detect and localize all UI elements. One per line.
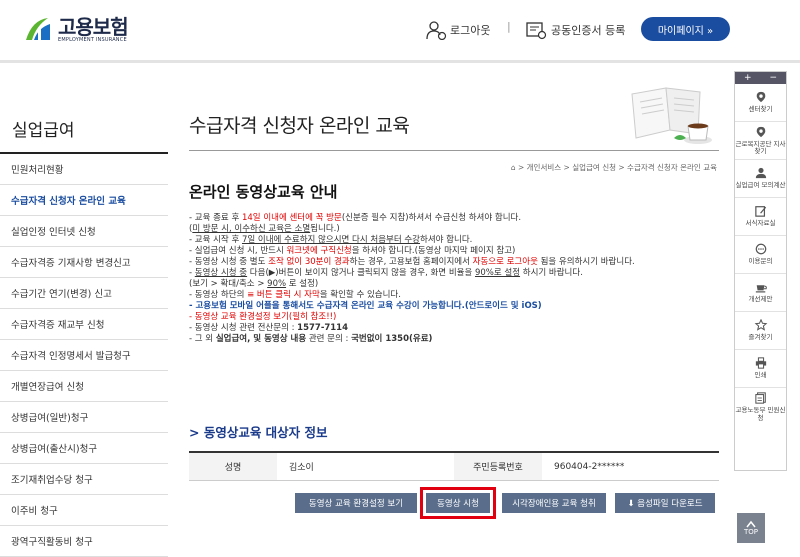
user-icon: [755, 168, 766, 179]
certificate-register-link[interactable]: 공동인증서 등록: [525, 20, 625, 40]
quick-item-print[interactable]: 인쇄: [735, 350, 786, 388]
site-header: 고용보험 EMPLOYMENT INSURANCE 로그아웃 | 공동인증서 등…: [0, 0, 800, 63]
rrn-value: 960404-2******: [554, 461, 625, 472]
map-pin-icon: [756, 92, 765, 103]
sidebar-item-sickness-childbirth[interactable]: 상병급여(출산시)청구: [0, 433, 168, 464]
scroll-top-button[interactable]: TOP: [737, 513, 765, 543]
page-title: 수급자격 신청자 온라인 교육: [189, 115, 410, 137]
target-info-table: 성명 김소이 주민등록번호 960404-2******: [189, 451, 719, 481]
quick-item-suggestion[interactable]: 개선제안: [735, 274, 786, 312]
name-header: 성명: [189, 453, 277, 480]
sidebar-item-unemployment-recognition[interactable]: 실업인정 인터넷 신청: [0, 216, 168, 247]
sidebar-item-statement-issue[interactable]: 수급자격 인정명세서 발급청구: [0, 340, 168, 371]
breadcrumb: ⌂ > 개인서비스 > 실업급여 신청 > 수급자격 신청자 온라인 교육: [510, 163, 717, 172]
sidebar-menu: 민원처리현황 수급자격 신청자 온라인 교육 실업인정 인터넷 신청 수급자격증…: [0, 154, 168, 557]
quick-item-label: 근로복지공단 지사찾기: [735, 139, 786, 155]
map-pin-icon: [756, 126, 765, 137]
rrn-header: 주민등록번호: [454, 453, 542, 480]
certificate-label: 공동인증서 등록: [551, 24, 626, 37]
print-icon: [755, 357, 766, 369]
quick-item-branch-search[interactable]: 근로복지공단 지사찾기: [735, 122, 786, 160]
chevron-right-icon: >: [189, 425, 204, 440]
notice-item: - 동영상 시청 중 다음(▶)버튼이 보이지 않거나 클릭되지 않을 경우, …: [189, 268, 583, 278]
notice-item: - 동영상 시청 관련 전산문의 : 1577-7114: [189, 323, 349, 333]
notice-item: (보기 > 확대/축소 > 90% 로 설정): [189, 279, 319, 289]
environment-settings-button[interactable]: 동영상 교육 환경설정 보기: [295, 493, 417, 513]
edit-icon: [754, 206, 766, 217]
target-info-title: 동영상교육 대상자 정보: [203, 425, 328, 440]
notice-item-mobile-app: - 고용보험 모바일 어플을 통해서도 수급자격 온라인 교육 수강이 가능합니…: [189, 301, 542, 311]
sidebar-title: 실업급여: [12, 121, 75, 141]
site-logo[interactable]: 고용보험 EMPLOYMENT INSURANCE: [22, 14, 129, 46]
zoom-in-button[interactable]: +: [744, 73, 752, 83]
logout-user-icon: [426, 21, 447, 40]
cup-icon: [755, 285, 767, 293]
zoom-out-button[interactable]: −: [769, 73, 777, 83]
star-icon: [754, 319, 767, 332]
action-buttons: 동영상 교육 환경설정 보기 동영상 시청 시각장애인용 교육 청취 ⬇ 음성파…: [295, 487, 715, 519]
sidebar-item-wide-area-job-search[interactable]: 광역구직활동비 청구: [0, 526, 168, 557]
quick-item-benefit-calculator[interactable]: 실업급여 모의계산: [735, 160, 786, 198]
notice-item: - 교육 종료 후 14일 이내에 센터에 꼭 방문(신분증 필수 지참)하셔서…: [189, 213, 522, 223]
certificate-icon: [526, 22, 547, 40]
sidebar-item-reissue[interactable]: 수급자격증 재교부 신청: [0, 309, 168, 340]
logo-subtitle: EMPLOYMENT INSURANCE: [58, 36, 127, 43]
logo-mark-icon: [26, 18, 50, 40]
sidebar-item-relocation[interactable]: 이주비 청구: [0, 495, 168, 526]
header-separator: |: [507, 20, 511, 33]
notice-item-environment-link[interactable]: - 동영상 교육 환경설정 보기(필히 참조!!): [189, 312, 719, 323]
sidebar-item-sickness-general[interactable]: 상병급여(일반)청구: [0, 402, 168, 433]
document-icon: [754, 392, 766, 404]
notice-item: - 그 외 실업급여, 및 동영상 내용 관련 문의 : 국번없이 1350(유…: [189, 334, 433, 344]
notice-item: - 동영상 하단의 ≡ 버튼 클릭 시 자막을 확인할 수 있습니다.: [189, 290, 401, 300]
name-value: 김소이: [289, 463, 314, 473]
notice-item: - 교육 시작 후 7일 이내에 수료하지 않으시면 다시 처음부터 수강하셔야…: [189, 235, 473, 245]
arrow-up-icon: [746, 520, 756, 528]
sidebar-item-period-extension[interactable]: 수급기간 연기(변경) 신고: [0, 278, 168, 309]
sidebar-item-online-education[interactable]: 수급자격 신청자 온라인 교육: [0, 185, 168, 216]
visually-impaired-education-button[interactable]: 시각장애인용 교육 청취: [502, 493, 606, 513]
quick-item-label: 이용문의: [748, 257, 773, 266]
notice-item: (미 방문 시, 이수하신 교육은 소멸됩니다.): [189, 224, 340, 234]
quick-item-moel-complaint[interactable]: 고용노동부 민원신청: [735, 388, 786, 426]
quick-item-center-search[interactable]: 센터찾기: [735, 84, 786, 122]
logout-link[interactable]: 로그아웃: [425, 20, 490, 40]
sidebar-item-individual-extension[interactable]: 개별연장급여 신청: [0, 371, 168, 402]
sidebar-item-early-reemployment[interactable]: 조기재취업수당 청구: [0, 464, 168, 495]
notice-item: - 실업급여 신청 시, 반드시 워크넷에 구직신청을 하셔야 합니다.(동영상…: [189, 246, 516, 256]
quick-item-forms[interactable]: 서식자료실: [735, 198, 786, 236]
scroll-top-label: TOP: [743, 528, 758, 536]
watch-video-button[interactable]: 동영상 시청: [420, 487, 496, 519]
logo-title: 고용보험: [58, 14, 129, 39]
sidebar-item-complaint-status[interactable]: 민원처리현황: [0, 154, 168, 185]
education-notice-list: - 교육 종료 후 14일 이내에 센터에 꼭 방문(신분증 필수 지참)하셔서…: [189, 213, 719, 345]
section-heading: 온라인 동영상교육 안내: [189, 183, 338, 201]
book-cup-illustration: [631, 87, 712, 144]
quick-menu: + − 센터찾기 근로복지공단 지사찾기 실업급여 모의계산 서식자료실 이용문…: [734, 71, 787, 471]
chat-icon: [755, 243, 766, 255]
quick-item-label: 실업급여 모의계산: [735, 181, 786, 190]
quick-item-label: 고용노동부 민원신청: [735, 406, 786, 422]
notice-item: - 동영상 시청 중 별도 조작 없이 30분이 경과하는 경우, 고용보험 홈…: [189, 257, 635, 267]
mypage-button[interactable]: 마이페이지 »: [641, 17, 730, 41]
quick-item-inquiry[interactable]: 이용문의: [735, 236, 786, 274]
quick-item-label: 인쇄: [754, 371, 767, 380]
quick-menu-zoom: + −: [735, 72, 786, 84]
quick-item-label: 센터찾기: [748, 105, 773, 114]
quick-item-label: 개선제안: [748, 295, 773, 304]
quick-item-label: 서식자료실: [745, 219, 776, 228]
quick-item-favorites[interactable]: 즐겨찾기: [735, 312, 786, 350]
quick-item-label: 즐겨찾기: [748, 333, 773, 342]
sidebar-item-info-change[interactable]: 수급자격증 기재사항 변경신고: [0, 247, 168, 278]
audio-download-button[interactable]: ⬇ 음성파일 다운로드: [615, 493, 715, 513]
target-info-heading: > 동영상교육 대상자 정보: [189, 422, 328, 441]
title-divider: [189, 150, 719, 151]
logout-label: 로그아웃: [450, 24, 491, 37]
